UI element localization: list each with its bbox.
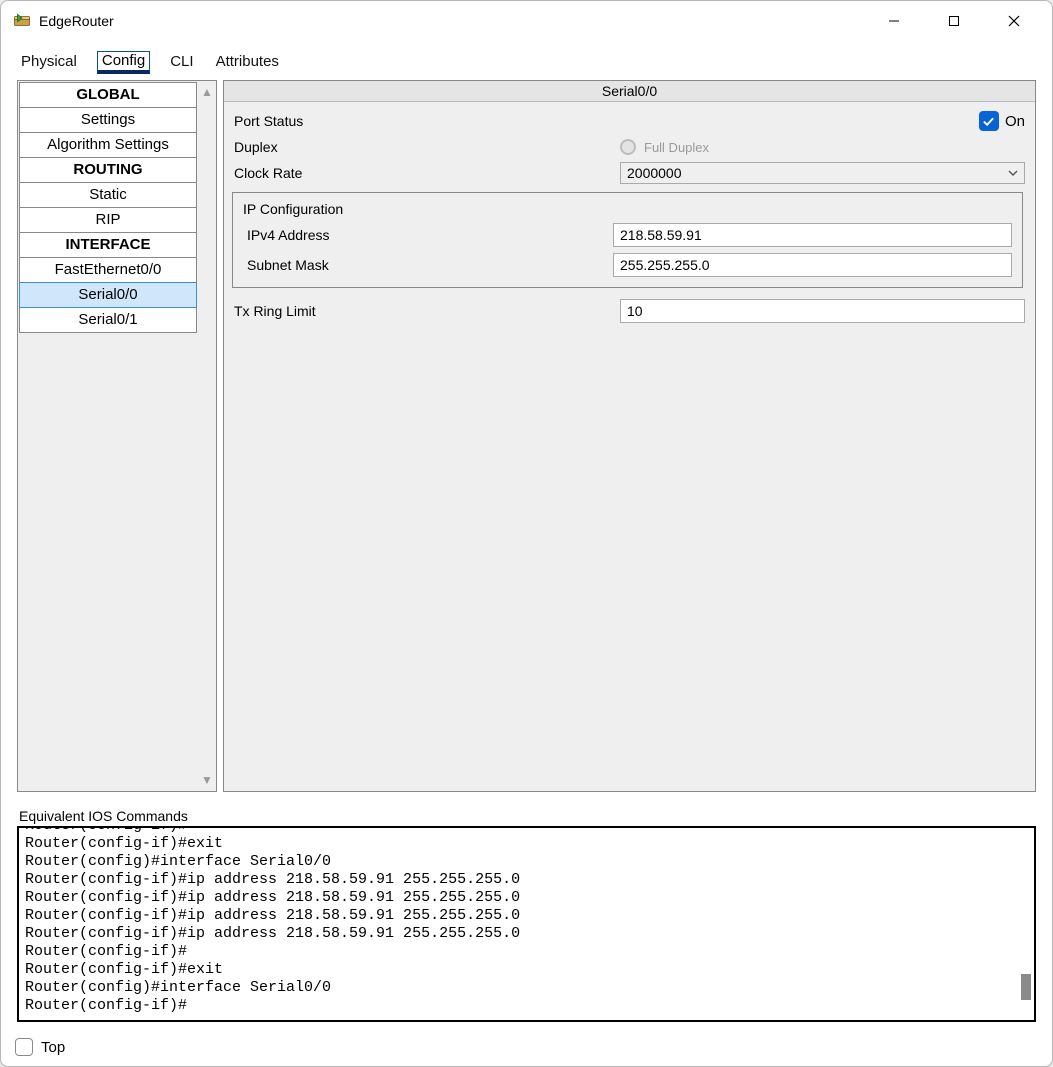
minimize-button[interactable] — [864, 1, 924, 41]
top-label: Top — [41, 1039, 65, 1056]
duplex-value: Full Duplex — [644, 140, 709, 155]
checkbox-on-icon — [979, 111, 999, 131]
sidebar-item-settings[interactable]: Settings — [19, 107, 197, 133]
duplex-row: Duplex Full Duplex — [230, 134, 1025, 160]
tab-physical[interactable]: Physical — [19, 51, 79, 74]
ios-scroll-thumb[interactable] — [1021, 974, 1031, 1000]
tx-ring-label: Tx Ring Limit — [230, 303, 620, 319]
content-area: GLOBALSettingsAlgorithm SettingsROUTINGS… — [1, 74, 1052, 1030]
titlebar: EdgeRouter — [1, 1, 1052, 41]
window-title: EdgeRouter — [39, 13, 864, 29]
tab-cli[interactable]: CLI — [168, 51, 195, 74]
sidebar: GLOBALSettingsAlgorithm SettingsROUTINGS… — [17, 80, 217, 792]
panel-body: Port Status On Duplex — [224, 102, 1035, 791]
upper-pane: GLOBALSettingsAlgorithm SettingsROUTINGS… — [17, 80, 1036, 792]
subnet-row: Subnet Mask — [243, 253, 1012, 277]
tab-config[interactable]: Config — [97, 51, 150, 74]
sidebar-header-global: GLOBAL — [19, 82, 197, 108]
sidebar-item-rip[interactable]: RIP — [19, 207, 197, 233]
scroll-down-icon[interactable]: ▼ — [201, 773, 213, 787]
sidebar-item-serial0-1[interactable]: Serial0/1 — [19, 307, 197, 333]
ipv4-row: IPv4 Address — [243, 223, 1012, 247]
sidebar-item-fastethernet0-0[interactable]: FastEthernet0/0 — [19, 257, 197, 283]
ip-config-label: IP Configuration — [243, 199, 1012, 223]
radio-icon — [620, 139, 636, 155]
ios-commands-label: Equivalent IOS Commands — [17, 792, 1036, 826]
sidebar-header-interface: INTERFACE — [19, 232, 197, 258]
chevron-down-icon — [1008, 165, 1018, 181]
scroll-up-icon[interactable]: ▲ — [201, 85, 213, 99]
duplex-radio-full: Full Duplex — [620, 139, 709, 155]
close-button[interactable] — [984, 1, 1044, 41]
ios-scrollbar[interactable] — [1021, 832, 1031, 1016]
sidebar-list: GLOBALSettingsAlgorithm SettingsROUTINGS… — [18, 81, 198, 791]
tab-attributes[interactable]: Attributes — [214, 51, 281, 74]
tx-ring-input[interactable] — [620, 299, 1025, 323]
sidebar-item-serial0-0[interactable]: Serial0/0 — [19, 282, 197, 308]
port-status-toggle[interactable]: On — [620, 111, 1025, 131]
maximize-button[interactable] — [924, 1, 984, 41]
ip-configuration-group: IP Configuration IPv4 Address Subnet Mas… — [232, 192, 1023, 288]
clock-rate-row: Clock Rate 2000000 — [230, 160, 1025, 186]
panel-title: Serial0/0 — [224, 81, 1035, 102]
clock-rate-label: Clock Rate — [230, 165, 620, 181]
window-controls — [864, 1, 1044, 41]
sidebar-item-static[interactable]: Static — [19, 182, 197, 208]
footer: Top — [1, 1030, 1052, 1066]
port-status-row: Port Status On — [230, 108, 1025, 134]
port-status-on-label: On — [1005, 113, 1025, 130]
sidebar-header-routing: ROUTING — [19, 157, 197, 183]
top-checkbox[interactable] — [15, 1038, 33, 1056]
sidebar-scrollbar[interactable]: ▲ ▼ — [198, 81, 216, 791]
subnet-label: Subnet Mask — [243, 257, 613, 273]
tab-bar: Physical Config CLI Attributes — [1, 41, 1052, 74]
app-window: EdgeRouter Physical Config CLI Attributes G… — [0, 0, 1053, 1067]
ipv4-address-input[interactable] — [613, 223, 1012, 247]
ipv4-label: IPv4 Address — [243, 227, 613, 243]
subnet-mask-input[interactable] — [613, 253, 1012, 277]
ios-commands-text: Router(config-if)# Router(config-if)#exi… — [19, 826, 1034, 1015]
config-panel: Serial0/0 Port Status On — [223, 80, 1036, 792]
duplex-label: Duplex — [230, 139, 620, 155]
ios-commands-box[interactable]: Router(config-if)# Router(config-if)#exi… — [17, 826, 1036, 1022]
clock-rate-select[interactable]: 2000000 — [620, 162, 1025, 184]
app-icon — [13, 12, 31, 30]
clock-rate-value: 2000000 — [627, 165, 682, 181]
sidebar-item-algorithm-settings[interactable]: Algorithm Settings — [19, 132, 197, 158]
tx-ring-row: Tx Ring Limit — [230, 298, 1025, 324]
port-status-label: Port Status — [230, 113, 620, 129]
